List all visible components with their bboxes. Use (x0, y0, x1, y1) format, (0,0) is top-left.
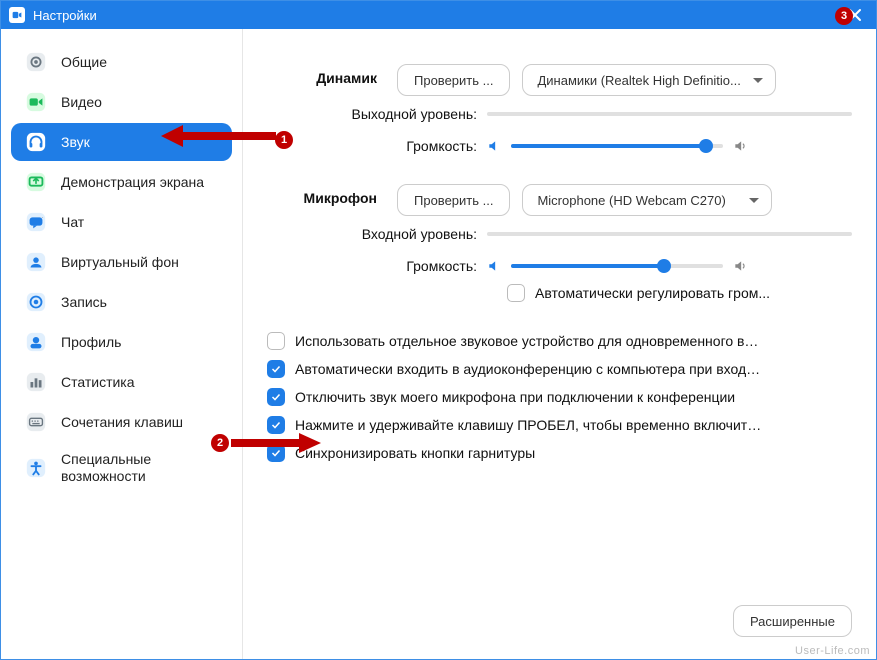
option-label: Использовать отдельное звуковое устройст… (295, 333, 765, 349)
sidebar-item-video[interactable]: Видео (11, 83, 232, 121)
microphone-device-select[interactable]: Microphone (HD Webcam C270) (522, 184, 772, 216)
speaker-volume-label: Громкость: (267, 138, 487, 154)
option-auto-join-audio-checkbox[interactable] (267, 360, 285, 378)
option-separate-device-checkbox[interactable] (267, 332, 285, 350)
auto-adjust-checkbox[interactable] (507, 284, 525, 302)
microphone-section: Микрофон Проверить ... Microphone (HD We… (267, 184, 852, 302)
speaker-test-button[interactable]: Проверить ... (397, 64, 510, 96)
option-mute-on-join-checkbox[interactable] (267, 388, 285, 406)
speaker-device-value: Динамики (Realtek High Definitio... (537, 73, 740, 88)
screen-share-icon (25, 171, 47, 193)
microphone-device-value: Microphone (HD Webcam C270) (537, 193, 725, 208)
sidebar-item-recording[interactable]: Запись (11, 283, 232, 321)
stats-icon (25, 371, 47, 393)
sidebar-item-label: Специальные возможности (61, 451, 218, 485)
speaker-device-select[interactable]: Динамики (Realtek High Definitio... (522, 64, 775, 96)
volume-high-icon (733, 259, 747, 273)
microphone-input-level-meter (487, 232, 852, 236)
watermark: User-Life.com (795, 645, 870, 657)
microphone-test-button[interactable]: Проверить ... (397, 184, 510, 216)
sidebar-item-label: Чат (61, 214, 84, 231)
sidebar-item-shortcuts[interactable]: Сочетания клавиш (11, 403, 232, 441)
titlebar: Настройки (1, 1, 876, 29)
microphone-volume-slider[interactable] (511, 264, 723, 268)
window-title: Настройки (33, 8, 842, 23)
options-list: Использовать отдельное звуковое устройст… (267, 332, 852, 462)
sidebar-item-stats[interactable]: Статистика (11, 363, 232, 401)
speaker-volume-slider[interactable] (511, 144, 723, 148)
profile-icon (25, 331, 47, 353)
sidebar-item-label: Видео (61, 94, 102, 111)
volume-low-icon (487, 139, 501, 153)
microphone-volume-label: Громкость: (267, 258, 487, 274)
headphones-icon (25, 131, 47, 153)
advanced-button[interactable]: Расширенные (733, 605, 852, 637)
auto-adjust-label: Автоматически регулировать гром... (535, 285, 770, 301)
sidebar-item-profile[interactable]: Профиль (11, 323, 232, 361)
speaker-section: Динамик Проверить ... Динамики (Realtek … (267, 64, 852, 154)
microphone-input-level-label: Входной уровень: (267, 226, 487, 242)
sidebar-item-label: Общие (61, 54, 107, 71)
content: Динамик Проверить ... Динамики (Realtek … (243, 29, 876, 659)
keyboard-icon (25, 411, 47, 433)
annotation-arrow-1 (161, 121, 281, 151)
microphone-heading: Микрофон (267, 184, 397, 216)
annotation-badge-1: 1 (275, 131, 293, 149)
sidebar-item-label: Статистика (61, 374, 135, 391)
sidebar-item-accessibility[interactable]: Специальные возможности (11, 443, 232, 493)
video-icon (25, 91, 47, 113)
volume-low-icon (487, 259, 501, 273)
sidebar-item-label: Профиль (61, 334, 121, 351)
option-label: Отключить звук моего микрофона при подкл… (295, 389, 735, 405)
sidebar-item-label: Запись (61, 294, 107, 311)
sidebar-item-label: Демонстрация экрана (61, 174, 204, 191)
chat-icon (25, 211, 47, 233)
sidebar-item-virtual-bg[interactable]: Виртуальный фон (11, 243, 232, 281)
volume-high-icon (733, 139, 747, 153)
option-label: Автоматически входить в аудиоконференцию… (295, 361, 765, 377)
sidebar-item-chat[interactable]: Чат (11, 203, 232, 241)
sidebar-item-label: Сочетания клавиш (61, 414, 183, 431)
virtual-bg-icon (25, 251, 47, 273)
sidebar-item-label: Виртуальный фон (61, 254, 179, 271)
speaker-heading: Динамик (267, 64, 397, 96)
annotation-badge-2: 2 (211, 434, 229, 452)
option-label: Синхронизировать кнопки гарнитуры (295, 445, 535, 461)
speaker-output-level-meter (487, 112, 852, 116)
accessibility-icon (25, 457, 47, 479)
gear-icon (25, 51, 47, 73)
app-icon (9, 7, 25, 23)
option-label: Нажмите и удерживайте клавишу ПРОБЕЛ, чт… (295, 417, 765, 433)
sidebar-item-general[interactable]: Общие (11, 43, 232, 81)
annotation-badge-3: 3 (835, 7, 853, 25)
speaker-output-level-label: Выходной уровень: (267, 106, 487, 122)
sidebar-item-screenshare[interactable]: Демонстрация экрана (11, 163, 232, 201)
main: Общие Видео Звук Демонстрация экрана Чат… (1, 29, 876, 659)
annotation-arrow-2 (231, 430, 321, 456)
record-icon (25, 291, 47, 313)
sidebar-item-label: Звук (61, 134, 90, 151)
